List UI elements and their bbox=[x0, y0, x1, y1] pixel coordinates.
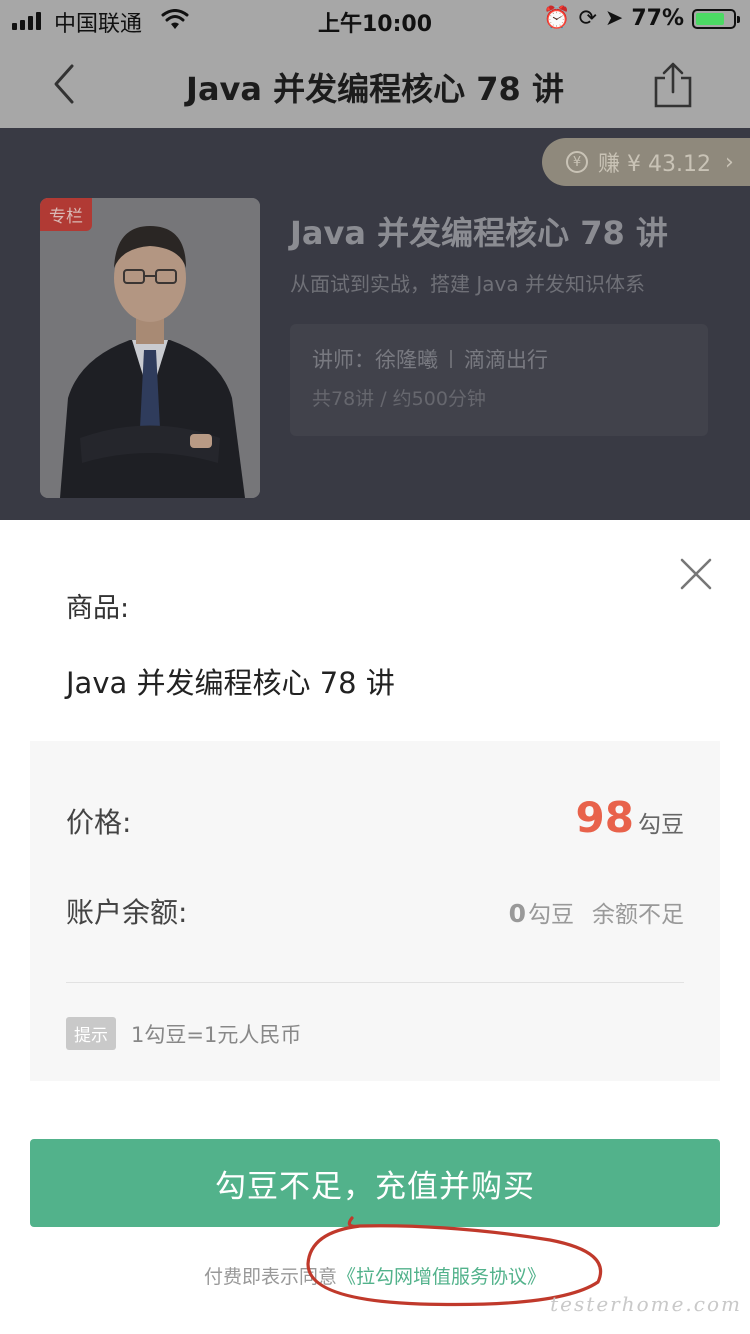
share-icon[interactable] bbox=[650, 60, 696, 110]
course-subtitle: 从面试到实战，搭建 Java 并发知识体系 bbox=[290, 272, 645, 296]
service-agreement-link[interactable]: 《拉勾网增值服务协议》 bbox=[337, 1266, 546, 1288]
product-name: Java 并发编程核心 78 讲 bbox=[66, 666, 395, 700]
price-value: 98 勾豆 bbox=[576, 793, 684, 842]
page-title: Java 并发编程核心 78 讲 bbox=[186, 70, 564, 108]
course-meta: 共78讲 / 约500分钟 bbox=[312, 388, 486, 410]
watermark: testerhome.com bbox=[550, 1292, 742, 1316]
column-tag: 专栏 bbox=[40, 198, 92, 231]
hint-badge: 提示 bbox=[66, 1017, 116, 1050]
course-title: Java 并发编程核心 78 讲 bbox=[290, 214, 668, 252]
price-panel: 价格: 98 勾豆 账户余额: 0 勾豆 余额不足 提示 1勾豆=1元人民币 bbox=[30, 741, 720, 1081]
earn-commission-button[interactable]: ¥ 赚 ¥ 43.12 › bbox=[542, 138, 750, 186]
battery-icon bbox=[692, 8, 740, 29]
hint-text: 1勾豆=1元人民币 bbox=[131, 1023, 302, 1047]
chevron-right-icon: › bbox=[724, 149, 734, 175]
teacher-company: 滴滴出行 bbox=[464, 348, 548, 372]
price-unit: 勾豆 bbox=[638, 812, 684, 838]
yen-coin-icon: ¥ bbox=[566, 151, 588, 173]
balance-value: 0 勾豆 余额不足 bbox=[509, 895, 684, 929]
earn-amount: 赚 ¥ 43.12 bbox=[598, 152, 711, 177]
balance-unit: 勾豆 bbox=[528, 902, 574, 928]
nav-bar: Java 并发编程核心 78 讲 bbox=[0, 40, 750, 128]
location-icon: ➤ bbox=[604, 6, 624, 31]
recharge-and-buy-button[interactable]: 勾豆不足，充值并购买 bbox=[30, 1139, 720, 1227]
status-bar: 中国联通 上午10:00 ⏰ ⟳ ➤ 77% bbox=[0, 0, 750, 40]
battery-percent: 77% bbox=[631, 6, 684, 31]
balance-amount: 0 bbox=[508, 899, 526, 928]
agreement-prefix: 付费即表示同意 bbox=[203, 1266, 337, 1288]
purchase-sheet: 商品: Java 并发编程核心 78 讲 价格: 98 勾豆 账户余额: 0 勾… bbox=[0, 520, 750, 1334]
rotation-lock-icon: ⟳ bbox=[578, 6, 597, 31]
price-amount: 98 bbox=[575, 793, 634, 842]
close-icon[interactable] bbox=[676, 554, 716, 594]
balance-label: 账户余额: bbox=[66, 896, 188, 929]
balance-status: 余额不足 bbox=[592, 902, 684, 928]
divider bbox=[450, 350, 452, 368]
product-label: 商品: bbox=[66, 593, 130, 624]
divider bbox=[66, 982, 684, 983]
price-label: 价格: bbox=[66, 806, 132, 839]
course-header: ¥ 赚 ¥ 43.12 › 专栏 Java 并发编程核心 78 讲 从面试到实战… bbox=[0, 128, 750, 520]
course-cover-image: 专栏 bbox=[40, 198, 260, 498]
teacher-name: 讲师：徐隆曦 bbox=[312, 348, 438, 372]
teacher-info-box: 讲师：徐隆曦 滴滴出行 共78讲 / 约500分钟 bbox=[290, 324, 708, 436]
instructor-photo bbox=[40, 198, 260, 498]
agreement-text: 付费即表示同意《拉勾网增值服务协议》 bbox=[0, 1262, 750, 1289]
alarm-icon: ⏰ bbox=[543, 6, 571, 31]
